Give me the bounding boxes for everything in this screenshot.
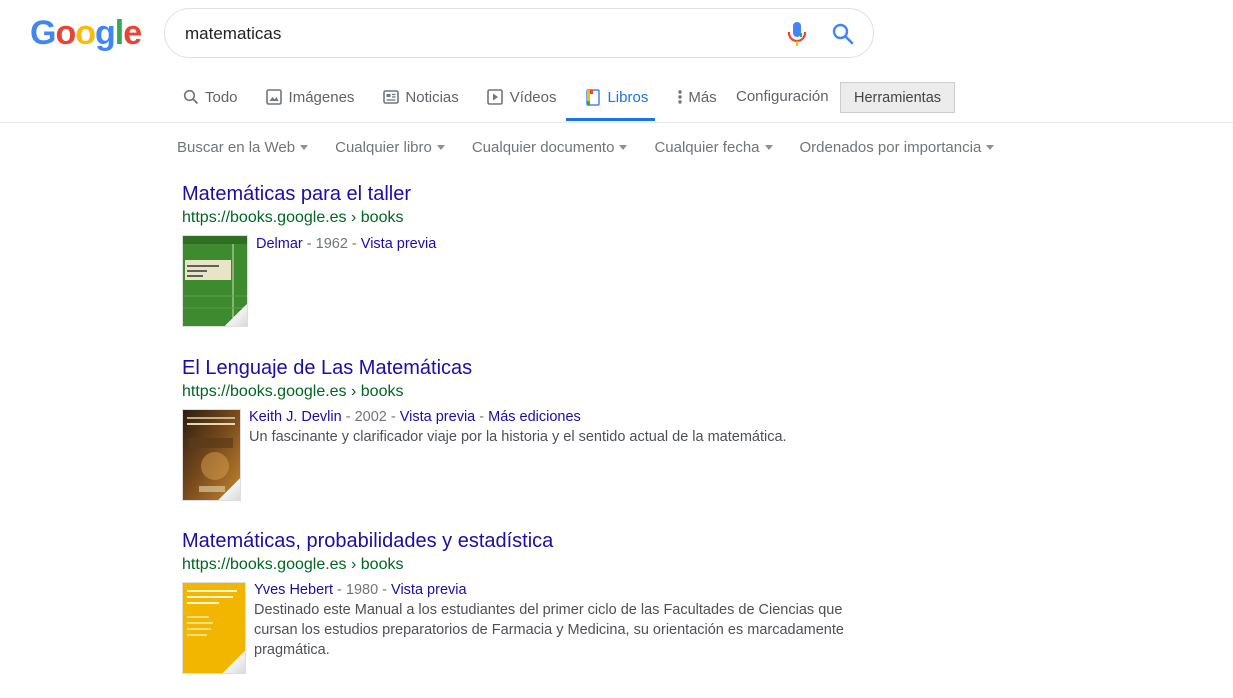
caret-down-icon <box>986 145 995 150</box>
author-link[interactable]: Yves Hebert <box>254 582 333 598</box>
publication-year: 1980 <box>345 582 379 598</box>
book-cover-thumbnail[interactable] <box>182 409 241 501</box>
result-url: https://books.google.es › books <box>182 383 404 400</box>
caret-down-icon <box>619 145 628 150</box>
google-logo[interactable]: Google <box>30 14 142 53</box>
filter-label: Cualquier documento <box>471 139 615 156</box>
separator: - <box>475 409 489 425</box>
caret-down-icon <box>764 145 773 150</box>
filter-sort-dropdown[interactable]: Ordenados por importancia <box>800 139 995 156</box>
filter-source-dropdown[interactable]: Buscar en la Web <box>177 139 309 156</box>
separator: - <box>302 236 316 252</box>
tab-videos[interactable]: Vídeos <box>487 84 557 110</box>
separator: - <box>333 582 346 598</box>
separator: - <box>386 409 400 425</box>
header-divider <box>0 122 1233 123</box>
result-url: https://books.google.es › books <box>182 556 404 573</box>
search-result: El Lenguaje de Las Matemáticas https://b… <box>182 355 787 501</box>
tab-label: Libros <box>607 88 649 106</box>
tab-label: Imágenes <box>288 88 355 106</box>
filter-label: Cualquier libro <box>335 139 432 156</box>
image-icon <box>266 89 283 106</box>
filter-label: Buscar en la Web <box>177 139 296 156</box>
play-icon <box>487 89 504 106</box>
filter-book-type-dropdown[interactable]: Cualquier libro <box>335 139 445 156</box>
description-line: Destinado este Manual a los estudiantes … <box>254 602 843 618</box>
search-box <box>164 8 874 58</box>
search-result: Matemáticas para el taller https://books… <box>182 181 436 327</box>
tab-noticias[interactable]: Noticias <box>382 84 459 110</box>
page-curl-decoration <box>218 478 240 500</box>
active-tab-indicator <box>566 118 655 121</box>
logo-letter: e <box>123 14 142 52</box>
tab-mas[interactable]: Más <box>676 84 717 110</box>
tools-filters: Buscar en la Web Cualquier libro Cualqui… <box>177 139 1021 156</box>
page-curl-decoration <box>223 651 245 673</box>
more-vert-icon <box>676 89 684 106</box>
settings-link[interactable]: Configuración <box>736 88 829 105</box>
result-title-link[interactable]: Matemáticas, probabilidades y estadístic… <box>182 528 553 554</box>
tools-button[interactable]: Herramientas <box>840 82 955 113</box>
tab-todo[interactable]: Todo <box>182 84 238 110</box>
result-title-link[interactable]: El Lenguaje de Las Matemáticas <box>182 355 472 381</box>
microphone-icon[interactable] <box>785 21 809 47</box>
logo-letter: o <box>75 14 96 52</box>
description-line: cursan los estudios preparatorios de Far… <box>254 622 844 638</box>
filter-label: Cualquier fecha <box>654 139 760 156</box>
search-icon <box>182 89 199 106</box>
result-url: https://books.google.es › books <box>182 209 404 226</box>
tab-label: Más <box>688 88 717 106</box>
search-tabs: Todo Imágenes Noticias Vídeos Libros Más <box>182 84 745 122</box>
filter-document-dropdown[interactable]: Cualquier documento <box>472 139 628 156</box>
news-icon <box>382 89 399 106</box>
search-input[interactable] <box>183 21 767 47</box>
tab-libros[interactable]: Libros <box>584 84 648 110</box>
logo-letter: o <box>55 14 76 52</box>
book-icon <box>584 88 601 106</box>
logo-letter: g <box>95 14 116 52</box>
result-meta: Delmar - 1962 - Vista previa <box>256 234 436 254</box>
caret-down-icon <box>300 145 309 150</box>
result-description: Destinado este Manual a los estudiantes … <box>254 600 844 660</box>
logo-letter: l <box>114 14 125 52</box>
separator: - <box>341 409 355 425</box>
author-link[interactable]: Delmar <box>256 236 303 252</box>
publication-year: 1962 <box>315 236 348 252</box>
preview-link[interactable]: Vista previa <box>391 582 467 598</box>
separator: - <box>378 582 392 598</box>
result-meta: Keith J. Devlin - 2002 - Vista previa - … <box>249 407 581 427</box>
caret-down-icon <box>436 145 445 150</box>
search-result: Matemáticas, probabilidades y estadístic… <box>182 528 844 674</box>
tab-imagenes[interactable]: Imágenes <box>266 84 355 110</box>
tab-label: Todo <box>205 88 238 106</box>
filter-date-dropdown[interactable]: Cualquier fecha <box>654 139 773 156</box>
preview-link[interactable]: Vista previa <box>361 236 437 252</box>
preview-link[interactable]: Vista previa <box>400 409 476 425</box>
tab-label: Vídeos <box>509 88 557 106</box>
search-icon[interactable] <box>831 22 855 46</box>
tab-label: Noticias <box>405 88 459 106</box>
separator: - <box>347 236 361 252</box>
publication-year: 2002 <box>354 409 387 425</box>
filter-label: Ordenados por importancia <box>799 139 982 156</box>
author-link[interactable]: Keith J. Devlin <box>249 409 342 425</box>
book-cover-thumbnail[interactable] <box>182 582 246 674</box>
page-curl-decoration <box>225 304 247 326</box>
more-editions-link[interactable]: Más ediciones <box>488 409 581 425</box>
book-cover-thumbnail[interactable] <box>182 235 248 327</box>
result-description: Un fascinante y clarificador viaje por l… <box>249 429 787 445</box>
result-meta: Yves Hebert - 1980 - Vista previa <box>254 580 467 600</box>
logo-letter: G <box>30 14 56 52</box>
result-title-link[interactable]: Matemáticas para el taller <box>182 181 411 207</box>
description-line: pragmática. <box>254 642 330 658</box>
